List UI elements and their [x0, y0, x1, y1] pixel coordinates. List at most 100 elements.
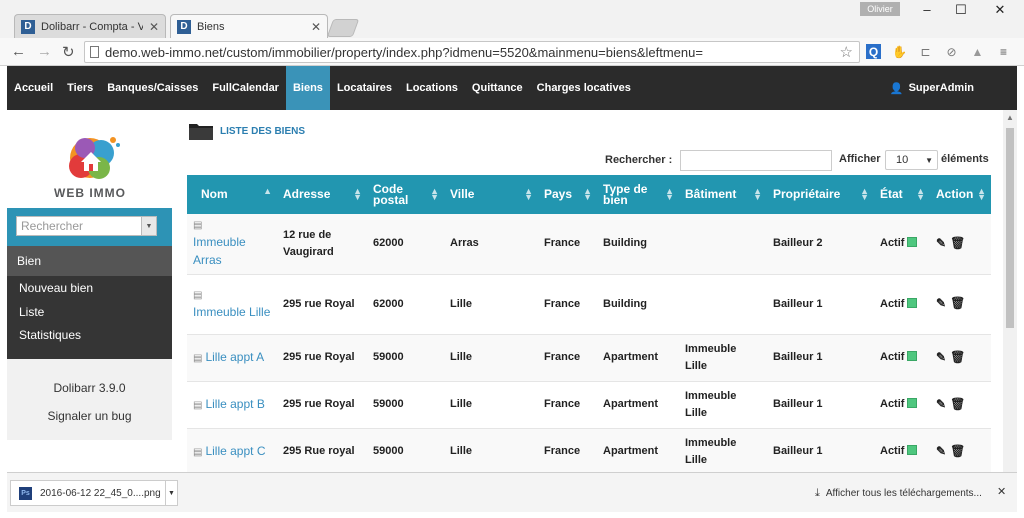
tab-title: Dolibarr - Compta - Venti	[41, 20, 143, 33]
cell-action: ✎ 🗑	[930, 381, 991, 429]
maximize-icon[interactable]: ☐	[946, 2, 976, 18]
main-content: LISTE DES BIENS Rechercher : Afficher 10…	[186, 110, 991, 476]
browser-tab-compta[interactable]: D Dolibarr - Compta - Venti ✕	[14, 14, 166, 38]
cell-code-postal: 62000	[367, 214, 444, 275]
nav-locataires[interactable]: Locataires	[330, 66, 399, 110]
col-nom[interactable]: Nom ▲	[187, 175, 277, 214]
extension-q-icon[interactable]: Q	[866, 44, 881, 59]
cell-adresse: 295 Rue royal	[277, 428, 367, 476]
reload-icon[interactable]: ↻	[62, 43, 75, 61]
show-all-downloads-link[interactable]: ⤓ Afficher tous les téléchargements...	[815, 487, 982, 500]
folder-icon	[189, 124, 213, 140]
edit-icon[interactable]: ✎	[936, 295, 946, 312]
col-proprietaire[interactable]: Propriétaire ▲ ▼	[767, 175, 874, 214]
property-link[interactable]: Lille appt B	[205, 397, 264, 411]
col-etat[interactable]: État ▲ ▼	[874, 175, 930, 214]
user-menu[interactable]: 👤 SuperAdmin	[890, 66, 974, 110]
sidebar-item-liste[interactable]: Liste	[7, 301, 172, 325]
new-tab-button[interactable]	[326, 19, 360, 37]
show-all-downloads-text: Afficher tous les téléchargements...	[825, 488, 982, 499]
close-icon[interactable]: ✕	[311, 20, 321, 34]
profile-chip[interactable]: Olivier	[860, 2, 900, 16]
chevron-down-icon[interactable]: ▼	[165, 481, 177, 505]
edit-icon[interactable]: ✎	[936, 349, 946, 366]
table-row: ▤ Lille appt A 295 rue Royal 59000 Lille …	[187, 334, 991, 382]
trash-icon[interactable]: 🗑	[950, 443, 965, 460]
sidebar-item-statistiques[interactable]: Statistiques	[7, 324, 172, 348]
table-row: ▤ Lille appt C 295 Rue royal 59000 Lille …	[187, 428, 991, 476]
table-header-row: Nom ▲ Adresse ▲ ▼ Code postal ▲ ▼ Ville ▲ ▼ Pay…	[187, 175, 991, 214]
col-adresse[interactable]: Adresse ▲ ▼	[277, 175, 367, 214]
cell-batiment: Immeuble Lille	[679, 334, 767, 382]
col-code-postal[interactable]: Code postal ▲ ▼	[367, 175, 444, 214]
report-bug-link[interactable]: Signaler un bug	[7, 409, 172, 423]
property-link[interactable]: Lille appt A	[205, 350, 264, 364]
browser-toolbar: ← → ↻ demo.web-immo.net/custom/immobilie…	[0, 38, 1024, 66]
col-pays[interactable]: Pays ▲ ▼	[538, 175, 597, 214]
scroll-up-icon[interactable]: ▲	[1006, 113, 1014, 122]
nav-locations[interactable]: Locations	[399, 66, 465, 110]
sidebar-item-nouveau-bien[interactable]: Nouveau bien	[7, 277, 172, 301]
cell-code-postal: 62000	[367, 274, 444, 335]
back-arrow-icon[interactable]: ←	[11, 43, 26, 60]
property-link[interactable]: Immeuble Arras	[193, 235, 246, 267]
nav-banques-caisses[interactable]: Banques/Caisses	[100, 66, 205, 110]
cell-batiment	[679, 214, 767, 275]
extension-block-icon[interactable]: ⊘	[944, 44, 959, 59]
web-immo-logo[interactable]: WEB IMMO	[43, 128, 137, 200]
edit-icon[interactable]: ✎	[936, 443, 946, 460]
nav-biens[interactable]: Biens	[285, 66, 330, 110]
close-icon[interactable]: ✕	[149, 20, 159, 34]
nav-quittance[interactable]: Quittance	[465, 66, 530, 110]
col-type[interactable]: Type de bien ▲ ▼	[597, 175, 679, 214]
minimize-icon[interactable]: –	[912, 2, 942, 17]
menu-icon[interactable]: ≡	[996, 44, 1011, 59]
page-title: LISTE DES BIENS	[220, 126, 306, 137]
close-icon[interactable]: ✕	[997, 485, 1006, 498]
edit-icon[interactable]: ✎	[936, 235, 946, 252]
sort-icon: ▲ ▼	[753, 186, 762, 202]
forward-arrow-icon[interactable]: →	[37, 43, 52, 60]
extension-hand-icon[interactable]: ✋	[892, 44, 907, 59]
nav-fullcalendar[interactable]: FullCalendar	[205, 66, 286, 110]
col-action[interactable]: Action ▲ ▼	[930, 175, 991, 214]
property-link[interactable]: Lille appt C	[205, 444, 265, 458]
trash-icon[interactable]: 🗑	[950, 235, 965, 252]
sort-icon: ▲ ▼	[916, 186, 925, 202]
table-row: ▤ Lille appt B 295 rue Royal 59000 Lille …	[187, 381, 991, 429]
table-search-input[interactable]	[680, 150, 832, 171]
cell-code-postal: 59000	[367, 381, 444, 429]
trash-icon[interactable]: 🗑	[950, 396, 965, 413]
cell-ville: Lille	[444, 274, 538, 335]
col-ville[interactable]: Ville ▲ ▼	[444, 175, 538, 214]
browser-tab-biens[interactable]: D Biens ✕	[170, 14, 328, 38]
property-link[interactable]: Immeuble Lille	[193, 305, 270, 319]
close-window-icon[interactable]: ✕	[985, 2, 1015, 18]
nav-charges-locatives[interactable]: Charges locatives	[530, 66, 638, 110]
building-icon: ▤	[193, 352, 203, 364]
nav-accueil[interactable]: Accueil	[7, 66, 60, 110]
page-scrollbar[interactable]: ▲	[1003, 110, 1017, 472]
cell-action: ✎ 🗑	[930, 334, 991, 382]
trash-icon[interactable]: 🗑	[950, 349, 965, 366]
extension-page-icon[interactable]: ⊏	[918, 44, 933, 59]
chevron-down-icon[interactable]: ▼	[141, 217, 156, 235]
download-item[interactable]: Ps 2016-06-12 22_45_0....png ▼	[10, 480, 178, 506]
sort-icon: ▲ ▼	[524, 186, 533, 202]
nav-tiers[interactable]: Tiers	[60, 66, 100, 110]
sidebar-search-select[interactable]: Rechercher ▼	[16, 216, 157, 236]
building-icon: ▤	[193, 289, 203, 301]
extension-drive-icon[interactable]: ▲	[970, 44, 985, 59]
page-length-select[interactable]: 10 ▼	[885, 150, 938, 170]
col-batiment[interactable]: Bâtiment ▲ ▼	[679, 175, 767, 214]
address-bar[interactable]: demo.web-immo.net/custom/immobilier/prop…	[84, 41, 860, 63]
edit-icon[interactable]: ✎	[936, 396, 946, 413]
bookmark-star-icon[interactable]: ☆	[840, 43, 853, 61]
cell-proprietaire: Bailleur 1	[767, 381, 874, 429]
sidebar-section-bien[interactable]: Bien	[7, 246, 172, 276]
scrollbar-thumb[interactable]	[1006, 128, 1014, 328]
cell-etat: Actif	[874, 274, 930, 335]
cell-etat: Actif	[874, 381, 930, 429]
trash-icon[interactable]: 🗑	[950, 295, 965, 312]
cell-action: ✎ 🗑	[930, 428, 991, 476]
